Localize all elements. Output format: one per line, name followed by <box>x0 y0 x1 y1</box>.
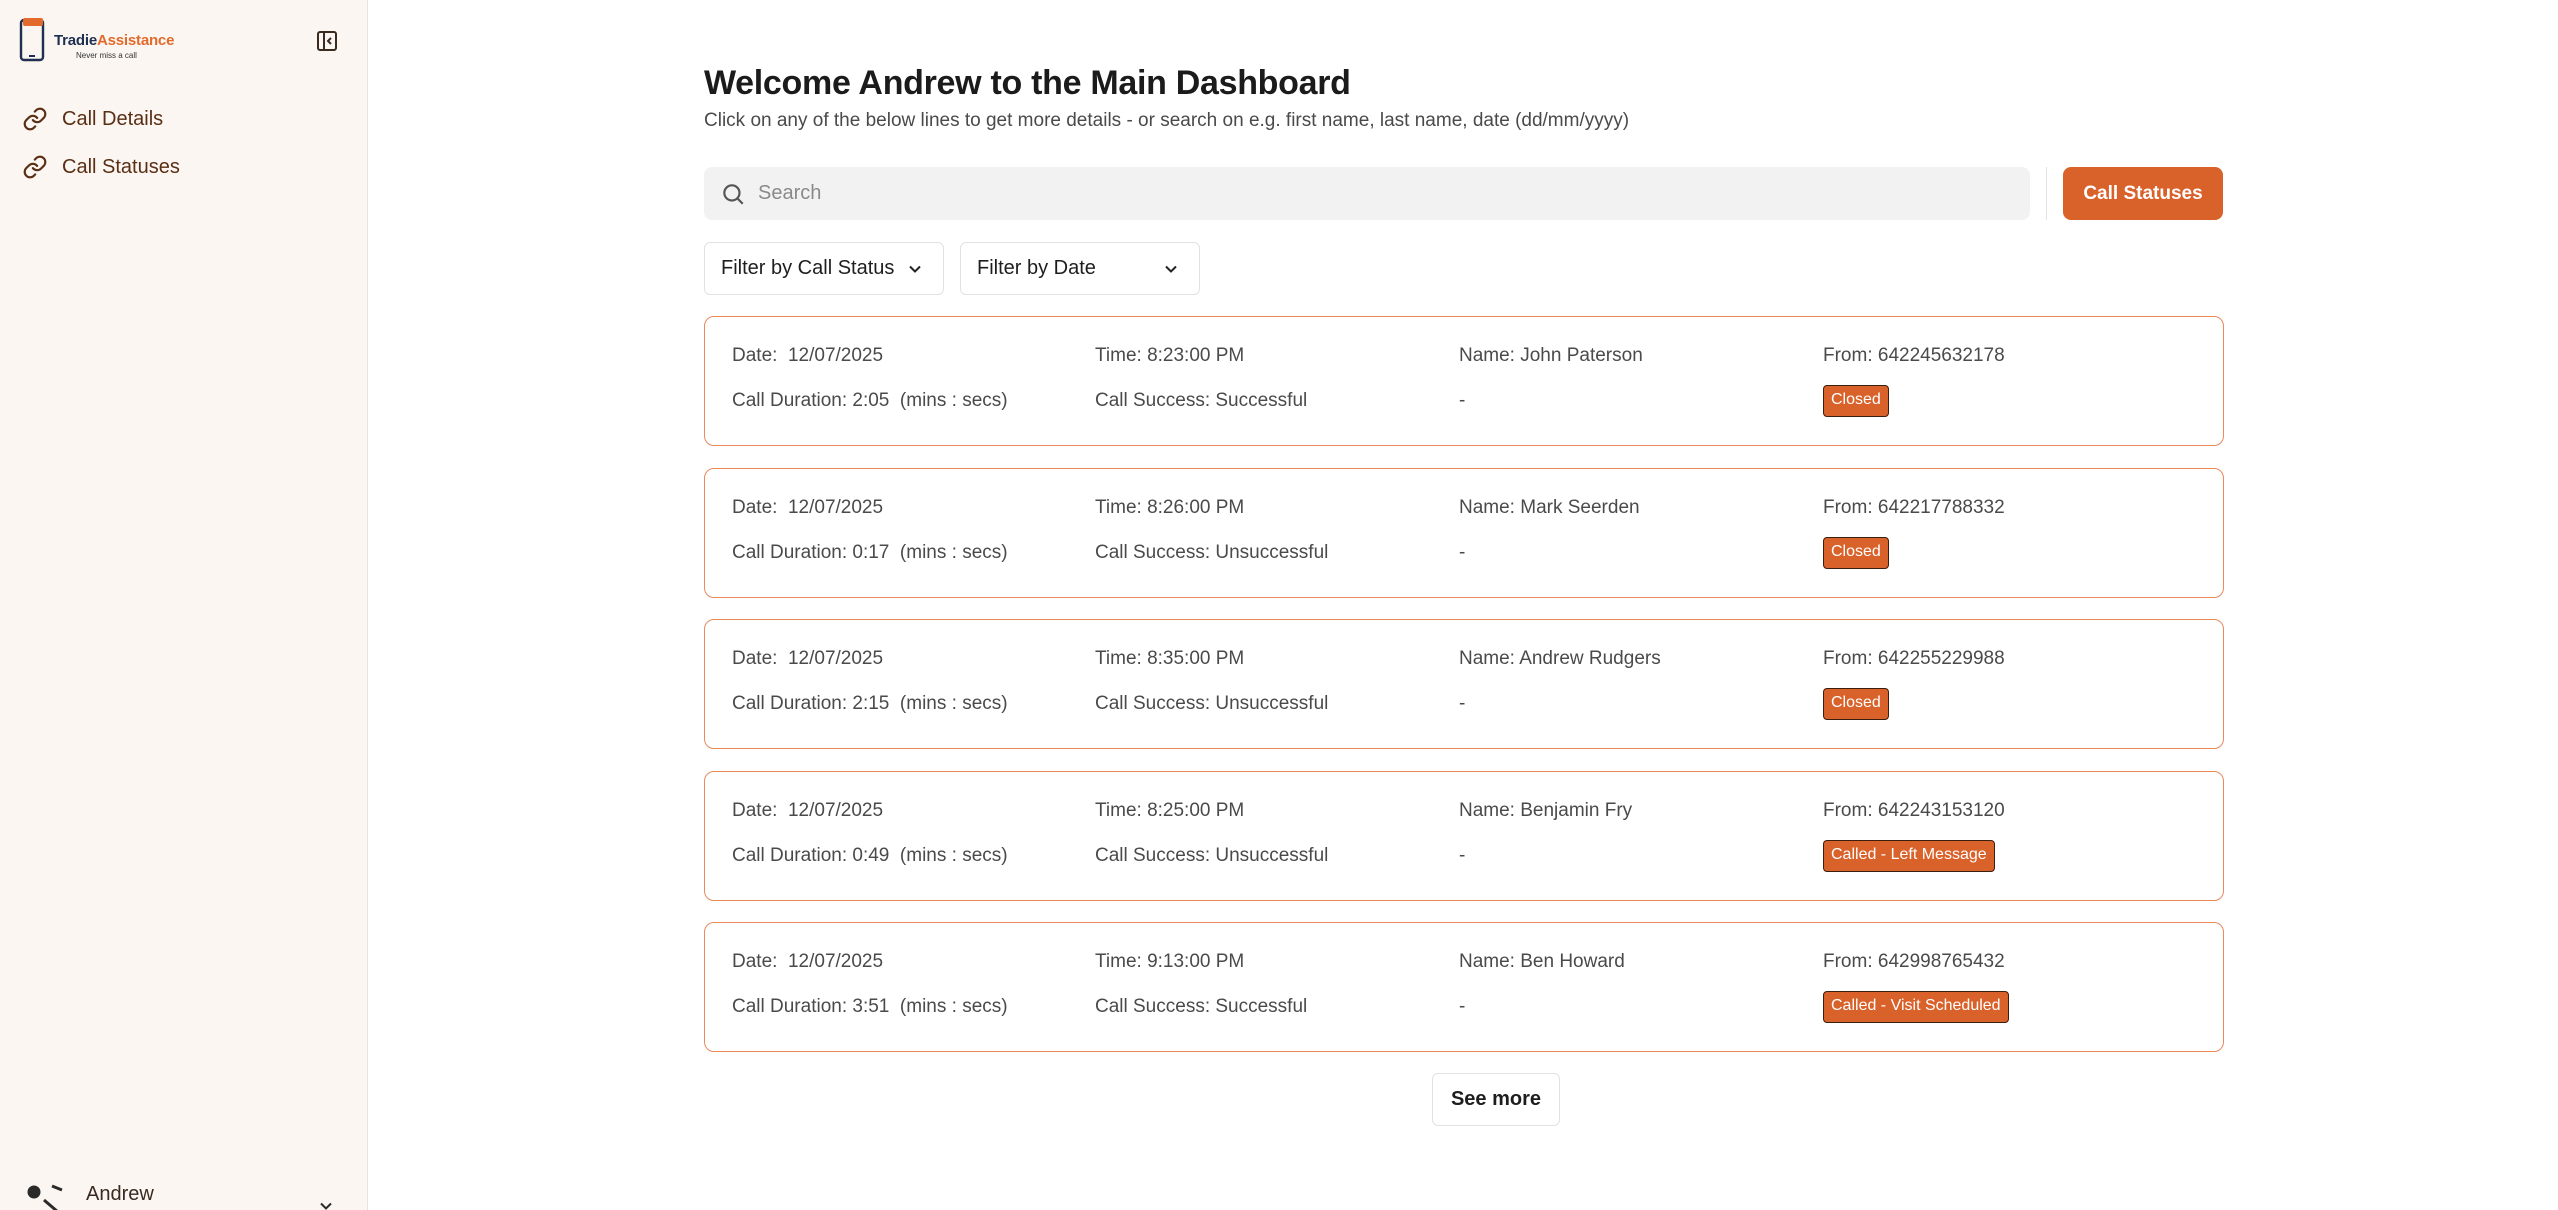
search-icon <box>723 183 744 205</box>
user-menu[interactable]: Andrew <box>26 1178 346 1210</box>
call-duration: Call Duration: 2:15 (mins : secs) <box>732 693 1008 714</box>
sidebar: TradieAssistance Never miss a call Call … <box>0 0 368 1210</box>
call-date: Date: 12/07/2025 <box>732 496 884 518</box>
call-success: Call Success: Unsuccessful <box>1095 844 1329 866</box>
call-note: - <box>1459 844 1466 866</box>
main-content: Welcome Andrew to the Main Dashboard Cli… <box>368 0 2558 1210</box>
call-card[interactable]: Date: 12/07/2025 Time: 8:26:00 PM Name: … <box>704 467 2224 598</box>
filter-call-status-dropdown[interactable]: Filter by Call Status <box>704 242 944 295</box>
sidebar-item-call-statuses[interactable]: Call Statuses <box>22 143 180 191</box>
chevron-down-icon <box>320 1202 332 1210</box>
phone-icon <box>18 18 48 64</box>
call-card[interactable]: Date: 12/07/2025 Time: 8:35:00 PM Name: … <box>704 619 2224 749</box>
call-success: Call Success: Successful <box>1095 996 1308 1017</box>
caller-number: From: 642245632178 <box>1823 345 2005 366</box>
sidebar-item-label: Call Details <box>62 107 164 130</box>
call-date: Date: 12/07/2025 <box>732 951 884 972</box>
filter-call-status-label: Filter by Call Status <box>721 257 895 279</box>
call-success: Call Success: Unsuccessful <box>1095 541 1329 563</box>
page-title: Welcome Andrew to the Main Dashboard <box>704 64 1351 102</box>
call-note: - <box>1459 541 1466 563</box>
call-time: Time: 8:23:00 PM <box>1095 345 1245 366</box>
call-note: - <box>1459 390 1466 411</box>
call-card[interactable]: Date: 12/07/2025 Time: 8:25:00 PM Name: … <box>704 770 2224 901</box>
divider <box>2046 167 2047 220</box>
user-switch-icon <box>27 1184 63 1210</box>
caller-number: From: 642243153120 <box>1823 799 2005 821</box>
sidebar-collapse-icon[interactable] <box>314 28 340 54</box>
filter-date-dropdown[interactable]: Filter by Date <box>960 242 1200 295</box>
caller-name: Name: Andrew Rudgers <box>1459 648 1661 669</box>
call-duration: Call Duration: 0:49 (mins : secs) <box>732 844 1008 866</box>
page-subtitle: Click on any of the below lines to get m… <box>704 110 1630 131</box>
user-name: Andrew <box>86 1183 154 1205</box>
caller-name: Name: Benjamin Fry <box>1459 799 1633 821</box>
call-success: Call Success: Successful <box>1095 390 1308 411</box>
call-duration: Call Duration: 0:17 (mins : secs) <box>732 541 1008 563</box>
search-bar[interactable] <box>704 167 2030 220</box>
call-time: Time: 8:35:00 PM <box>1095 648 1245 669</box>
chevron-down-icon <box>1165 265 1177 273</box>
caller-number: From: 642255229988 <box>1823 648 2005 669</box>
search-input[interactable] <box>758 182 1958 205</box>
sidebar-nav: Call Details Call Statuses <box>22 95 180 191</box>
call-list: Date: 12/07/2025 Time: 8:23:00 PM Name: … <box>704 316 2224 1074</box>
call-card[interactable]: Date: 12/07/2025 Time: 9:13:00 PM Name: … <box>704 922 2224 1052</box>
app-root: TradieAssistance Never miss a call Call … <box>0 0 2558 1210</box>
caller-name: Name: Mark Seerden <box>1459 496 1640 518</box>
sidebar-item-call-details[interactable]: Call Details <box>22 95 180 143</box>
call-duration: Call Duration: 3:51 (mins : secs) <box>732 996 1008 1017</box>
sidebar-item-label: Call Statuses <box>62 155 180 178</box>
caller-number: From: 642217788332 <box>1823 496 2005 518</box>
call-date: Date: 12/07/2025 <box>732 345 884 366</box>
filter-date-label: Filter by Date <box>977 257 1096 279</box>
status-badge: Called - Left Message <box>1823 839 1995 872</box>
call-time: Time: 8:25:00 PM <box>1095 799 1245 821</box>
call-statuses-button[interactable]: Call Statuses <box>2063 167 2223 220</box>
link-icon <box>23 155 47 179</box>
call-time: Time: 9:13:00 PM <box>1095 951 1245 972</box>
brand-logo: TradieAssistance Never miss a call <box>18 18 174 64</box>
see-more-button[interactable]: See more <box>1432 1073 1560 1126</box>
call-date: Date: 12/07/2025 <box>732 799 884 821</box>
call-card[interactable]: Date: 12/07/2025 Time: 8:23:00 PM Name: … <box>704 316 2224 446</box>
call-time: Time: 8:26:00 PM <box>1095 496 1245 518</box>
call-note: - <box>1459 693 1466 714</box>
call-note: - <box>1459 996 1466 1017</box>
link-icon <box>23 107 47 131</box>
brand-tagline: Never miss a call <box>76 51 137 60</box>
status-badge: Called - Visit Scheduled <box>1823 991 2009 1023</box>
call-success: Call Success: Unsuccessful <box>1095 693 1329 714</box>
brand-name: TradieAssistance <box>54 32 175 49</box>
caller-name: Name: John Paterson <box>1459 345 1643 366</box>
caller-number: From: 642998765432 <box>1823 951 2005 972</box>
status-badge: Closed <box>1823 688 1889 720</box>
call-date: Date: 12/07/2025 <box>732 648 884 669</box>
caller-name: Name: Ben Howard <box>1459 951 1625 972</box>
status-badge: Closed <box>1823 536 1889 569</box>
chevron-down-icon <box>909 265 921 273</box>
call-duration: Call Duration: 2:05 (mins : secs) <box>732 390 1008 411</box>
status-badge: Closed <box>1823 385 1889 417</box>
